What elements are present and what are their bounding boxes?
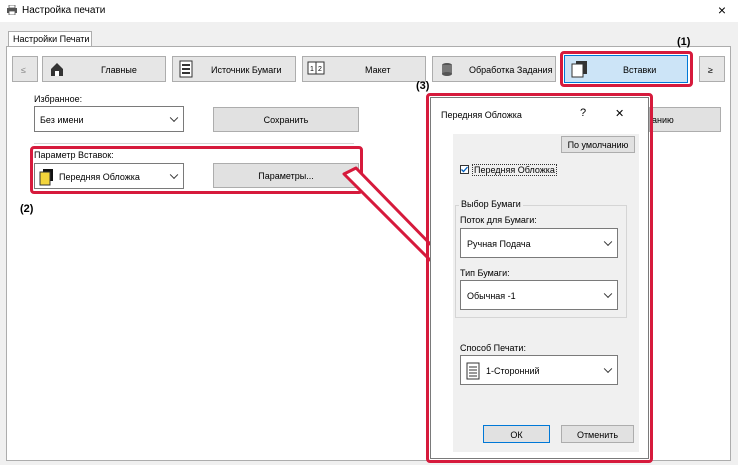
default-button[interactable]: По умолчанию — [561, 136, 635, 153]
nav-tab-job-handling[interactable]: Обработка Задания — [432, 56, 556, 82]
insert-params-highlight — [30, 146, 363, 194]
layout-icon: 12 — [307, 61, 325, 77]
svg-text:1: 1 — [310, 66, 314, 73]
nav-tab-paper-source[interactable]: Источник Бумаги — [172, 56, 296, 82]
chevron-down-icon — [603, 364, 613, 374]
tab-print-settings[interactable]: Настройки Печати — [8, 31, 92, 47]
chevron-down-icon — [169, 113, 179, 123]
checkbox-box — [460, 165, 469, 174]
svg-text:2: 2 — [318, 66, 322, 73]
print-mode-label: Способ Печати: — [460, 343, 526, 353]
chevron-down-icon — [603, 237, 613, 247]
window-title-bar: Настройка печати × — [0, 0, 738, 22]
job-handling-icon — [439, 61, 455, 77]
callout-3: (3) — [416, 80, 430, 92]
favorites-select[interactable]: Без имени — [34, 106, 184, 132]
save-button[interactable]: Сохранить — [213, 107, 359, 132]
help-button[interactable]: ? — [580, 107, 586, 119]
printer-icon — [6, 4, 18, 16]
nav-next-button[interactable]: ≥ — [699, 56, 725, 82]
paper-type-label: Тип Бумаги: — [460, 268, 510, 278]
window-close-button[interactable]: × — [714, 2, 730, 18]
paper-tray-icon — [178, 60, 194, 78]
chevron-down-icon — [603, 289, 613, 299]
callout-1: (1) — [677, 36, 691, 48]
divider — [34, 143, 354, 144]
dialog-close-button[interactable]: ✕ — [615, 107, 624, 120]
nav-tab-layout[interactable]: 12 Макет — [302, 56, 426, 82]
dialog-title: Передняя Обложка — [441, 110, 522, 120]
callout-2: (2) — [20, 203, 34, 215]
ok-button[interactable]: ОК — [483, 425, 550, 443]
nav-tab-main[interactable]: Главные — [42, 56, 166, 82]
paper-source-label: Поток для Бумаги: — [460, 215, 537, 225]
paper-source-select[interactable]: Ручная Подача — [460, 228, 618, 258]
nav-prev-button[interactable]: ≤ — [12, 56, 38, 82]
print-mode-select[interactable]: 1-Сторонний — [460, 355, 618, 385]
cancel-button[interactable]: Отменить — [561, 425, 634, 443]
paper-type-select[interactable]: Обычная -1 — [460, 280, 618, 310]
favorites-label: Избранное: — [34, 94, 83, 104]
window-title: Настройка печати — [22, 5, 106, 16]
home-icon — [49, 61, 65, 77]
inserts-tab-highlight — [560, 51, 693, 87]
pointer-arrow — [342, 166, 440, 262]
defaults-button-behind[interactable]: анию — [649, 107, 721, 132]
front-cover-checkbox[interactable]: Передняя Обложка — [460, 164, 560, 176]
paper-selection-label: Выбор Бумаги — [459, 199, 523, 209]
one-sided-icon — [466, 362, 480, 380]
